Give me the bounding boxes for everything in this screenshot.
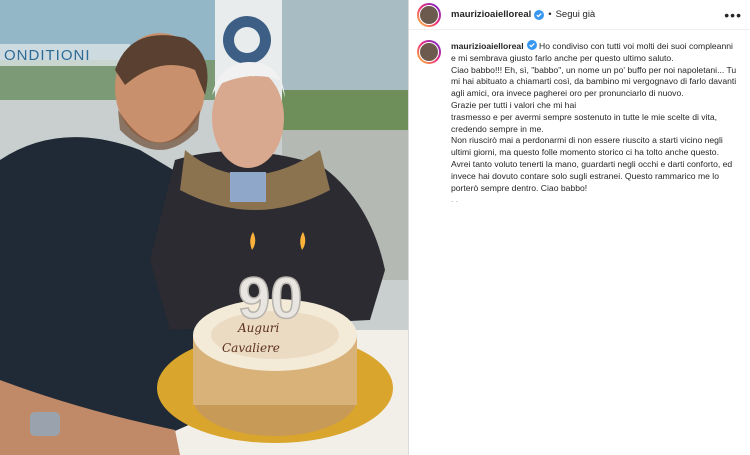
separator-dot: • xyxy=(548,9,552,20)
number-90-candles: 90 xyxy=(238,266,303,331)
post-photo[interactable]: ONDITIONI Auguri Cavaliere 90 xyxy=(0,0,408,455)
caption-tail: . . xyxy=(451,194,459,205)
verified-badge-icon xyxy=(526,40,537,50)
username-link[interactable]: maurizioaielloreal xyxy=(451,9,531,20)
avatar[interactable] xyxy=(417,2,441,27)
caption-text: trasmesso e per avermi sempre sostenuto … xyxy=(451,111,718,134)
verified-badge-icon xyxy=(534,9,545,20)
post-sidebar: maurizioaielloreal • Segui già ••• mauri… xyxy=(408,0,750,455)
post-caption-row: maurizioaielloreal Ho condiviso con tutt… xyxy=(409,30,750,206)
caption: maurizioaielloreal Ho condiviso con tutt… xyxy=(451,40,739,206)
caption-text: Ciao babbo!!! Eh, sì, "babbo", un nome u… xyxy=(451,64,737,99)
follow-button[interactable]: Segui già xyxy=(556,9,596,20)
caption-text: Non riuscirò mai a perdonarmi di non ess… xyxy=(451,135,733,193)
caption-avatar[interactable] xyxy=(417,40,441,64)
storefront-sign: ONDITIONI xyxy=(4,47,91,64)
post-header: maurizioaielloreal • Segui già ••• xyxy=(409,0,750,30)
caption-username-link[interactable]: maurizioaielloreal xyxy=(451,41,524,51)
birthday-photo: ONDITIONI Auguri Cavaliere 90 xyxy=(0,0,408,455)
caption-text: Grazie per tutti i valori che mi hai xyxy=(451,99,577,110)
caption-paragraph: maurizioaielloreal Ho condiviso con tutt… xyxy=(451,40,739,65)
more-options-icon[interactable]: ••• xyxy=(724,8,742,22)
cake-inscription-line2: Cavaliere xyxy=(222,341,280,355)
